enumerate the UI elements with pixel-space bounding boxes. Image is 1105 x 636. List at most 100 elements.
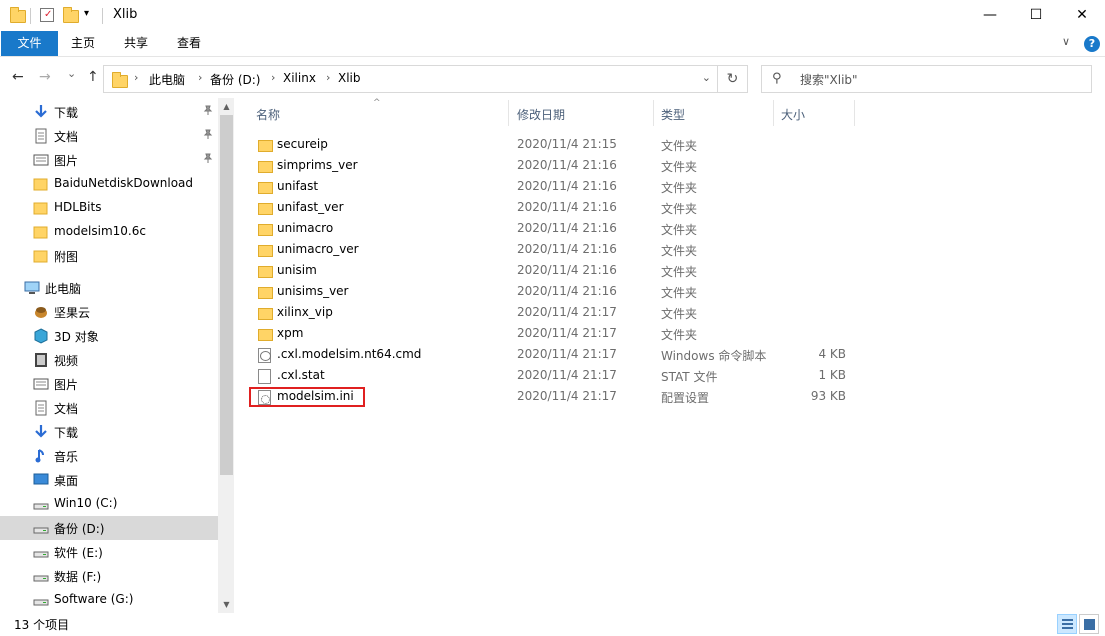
breadcrumb-this-pc[interactable]: 此电脑: [149, 71, 185, 88]
column-header-type[interactable]: 类型: [651, 98, 771, 128]
sidebar-item-7[interactable]: 此电脑: [0, 276, 218, 300]
properties-icon[interactable]: ✓: [40, 8, 54, 22]
sidebar-item-13[interactable]: 下载: [0, 420, 218, 444]
recent-locations-button[interactable]: ⌄: [67, 67, 76, 80]
sidebar-item-label: 文档: [54, 130, 79, 144]
column-header-date[interactable]: 修改日期: [507, 98, 653, 128]
file-row[interactable]: .cxl.modelsim.nt64.cmd 2020/11/4 21:17 Win…: [246, 344, 1105, 365]
back-button[interactable]: ←: [12, 69, 24, 85]
sidebar-item-17[interactable]: 备份 (D:): [0, 516, 218, 540]
sidebar-item-1[interactable]: 文档: [0, 124, 218, 148]
tab-view[interactable]: 查看: [168, 31, 210, 56]
scroll-up-icon[interactable]: ▲: [218, 98, 234, 115]
sidebar-item-11[interactable]: 图片: [0, 372, 218, 396]
folder-icon: [258, 266, 273, 278]
sidebar-item-12[interactable]: 文档: [0, 396, 218, 420]
sidebar-item-6[interactable]: 附图: [0, 244, 218, 268]
sidebar-item-2[interactable]: 图片: [0, 148, 218, 172]
file-name: unifast: [277, 179, 319, 193]
file-date: 2020/11/4 21:16: [517, 263, 617, 277]
forward-button[interactable]: →: [39, 69, 51, 85]
file-row[interactable]: unisims_ver 2020/11/4 21:16 文件夹: [246, 281, 1105, 302]
customize-toolbar-icon[interactable]: ▾: [84, 8, 102, 26]
maximize-button[interactable]: ☐: [1013, 0, 1059, 31]
file-type: 文件夹: [661, 223, 698, 237]
file-date: 2020/11/4 21:17: [517, 389, 617, 403]
sidebar-item-label: 视频: [54, 354, 79, 368]
folder-icon: [258, 182, 273, 194]
pin-icon[interactable]: [203, 153, 213, 166]
sidebar-item-label: 附图: [54, 250, 79, 264]
sidebar-item-0[interactable]: 下载: [0, 100, 218, 124]
help-icon[interactable]: ?: [1084, 36, 1100, 52]
sidebar-item-label: modelsim10.6c: [54, 224, 146, 238]
scroll-thumb[interactable]: [220, 115, 233, 475]
tab-file[interactable]: 文件: [1, 31, 58, 56]
file-row[interactable]: xpm 2020/11/4 21:17 文件夹: [246, 323, 1105, 344]
scroll-down-icon[interactable]: ▼: [218, 596, 234, 613]
sidebar-item-8[interactable]: 坚果云: [0, 300, 218, 324]
file-type: Windows 命令脚本: [661, 349, 767, 363]
file-type: 文件夹: [661, 307, 698, 321]
breadcrumb-xilinx[interactable]: Xilinx: [283, 71, 316, 85]
up-button[interactable]: ↑: [87, 69, 99, 85]
refresh-button[interactable]: ↻: [717, 66, 747, 92]
item-count: 13 个项目: [14, 618, 70, 632]
file-date: 2020/11/4 21:16: [517, 179, 617, 193]
search-placeholder[interactable]: 搜索"Xlib": [800, 71, 858, 88]
pin-icon[interactable]: [203, 129, 213, 142]
nav-scrollbar[interactable]: ▲ ▼: [218, 98, 234, 613]
file-row[interactable]: unifast 2020/11/4 21:16 文件夹: [246, 176, 1105, 197]
sidebar-item-10[interactable]: 视频: [0, 348, 218, 372]
large-icons-view-button[interactable]: [1079, 614, 1099, 634]
details-view-button[interactable]: [1057, 614, 1077, 634]
sidebar-item-16[interactable]: Win10 (C:): [0, 492, 218, 516]
file-row[interactable]: unifast_ver 2020/11/4 21:16 文件夹: [246, 197, 1105, 218]
address-bar[interactable]: › 此电脑 › 备份 (D:) › Xilinx › Xlib ⌄ ↻: [103, 65, 748, 93]
file-name: simprims_ver: [277, 158, 358, 172]
folder-icon: [258, 203, 273, 215]
file-name: unisims_ver: [277, 284, 349, 298]
tab-home[interactable]: 主页: [62, 31, 104, 56]
sidebar-item-19[interactable]: 数据 (F:): [0, 564, 218, 588]
file-row[interactable]: xilinx_vip 2020/11/4 21:17 文件夹: [246, 302, 1105, 323]
sidebar-item-label: 图片: [54, 154, 79, 168]
sidebar-item-9[interactable]: 3D 对象: [0, 324, 218, 348]
sidebar-item-label: BaiduNetdiskDownload: [54, 176, 194, 190]
address-history-icon[interactable]: ⌄: [702, 71, 711, 84]
file-row[interactable]: .cxl.stat 2020/11/4 21:17 STAT 文件 1 KB: [246, 365, 1105, 386]
breadcrumb-drive-d[interactable]: 备份 (D:): [210, 71, 260, 88]
close-button[interactable]: ✕: [1059, 0, 1105, 31]
expand-ribbon-icon[interactable]: ∨: [1062, 35, 1070, 48]
search-box[interactable]: ⚲ 搜索"Xlib": [761, 65, 1092, 93]
new-folder-icon[interactable]: [62, 7, 80, 25]
sidebar-item-5[interactable]: modelsim10.6c: [0, 220, 218, 244]
file-row[interactable]: modelsim.ini 2020/11/4 21:17 配置设置 93 KB: [246, 386, 1105, 407]
sidebar-item-label: 备份 (D:): [54, 522, 105, 536]
file-row[interactable]: unimacro_ver 2020/11/4 21:16 文件夹: [246, 239, 1105, 260]
sidebar-item-20[interactable]: Software (G:): [0, 588, 218, 612]
minimize-button[interactable]: —: [967, 0, 1013, 31]
ribbon: 文件 主页 共享 查看 ∨ ?: [0, 31, 1105, 57]
sidebar-item-label: 桌面: [54, 474, 79, 488]
folder-icon: [258, 140, 273, 152]
column-header-name[interactable]: 名称: [246, 98, 508, 128]
sidebar-item-15[interactable]: 桌面: [0, 468, 218, 492]
tab-share[interactable]: 共享: [115, 31, 157, 56]
column-header-size[interactable]: 大小: [771, 98, 854, 128]
folder-icon: [33, 224, 49, 239]
sidebar-item-label: 图片: [54, 378, 79, 392]
file-row[interactable]: secureip 2020/11/4 21:15 文件夹: [246, 134, 1105, 155]
file-row[interactable]: unimacro 2020/11/4 21:16 文件夹: [246, 218, 1105, 239]
sidebar-item-14[interactable]: 音乐: [0, 444, 218, 468]
file-row[interactable]: unisim 2020/11/4 21:16 文件夹: [246, 260, 1105, 281]
sidebar-item-3[interactable]: BaiduNetdiskDownload: [0, 172, 218, 196]
sidebar-item-4[interactable]: HDLBits: [0, 196, 218, 220]
column-divider[interactable]: [854, 100, 855, 126]
sidebar-item-18[interactable]: 软件 (E:): [0, 540, 218, 564]
file-size: 4 KB: [818, 347, 846, 361]
file-name: secureip: [277, 137, 328, 151]
file-row[interactable]: simprims_ver 2020/11/4 21:16 文件夹: [246, 155, 1105, 176]
breadcrumb-xlib[interactable]: Xlib: [338, 71, 361, 85]
pin-icon[interactable]: [203, 105, 213, 118]
